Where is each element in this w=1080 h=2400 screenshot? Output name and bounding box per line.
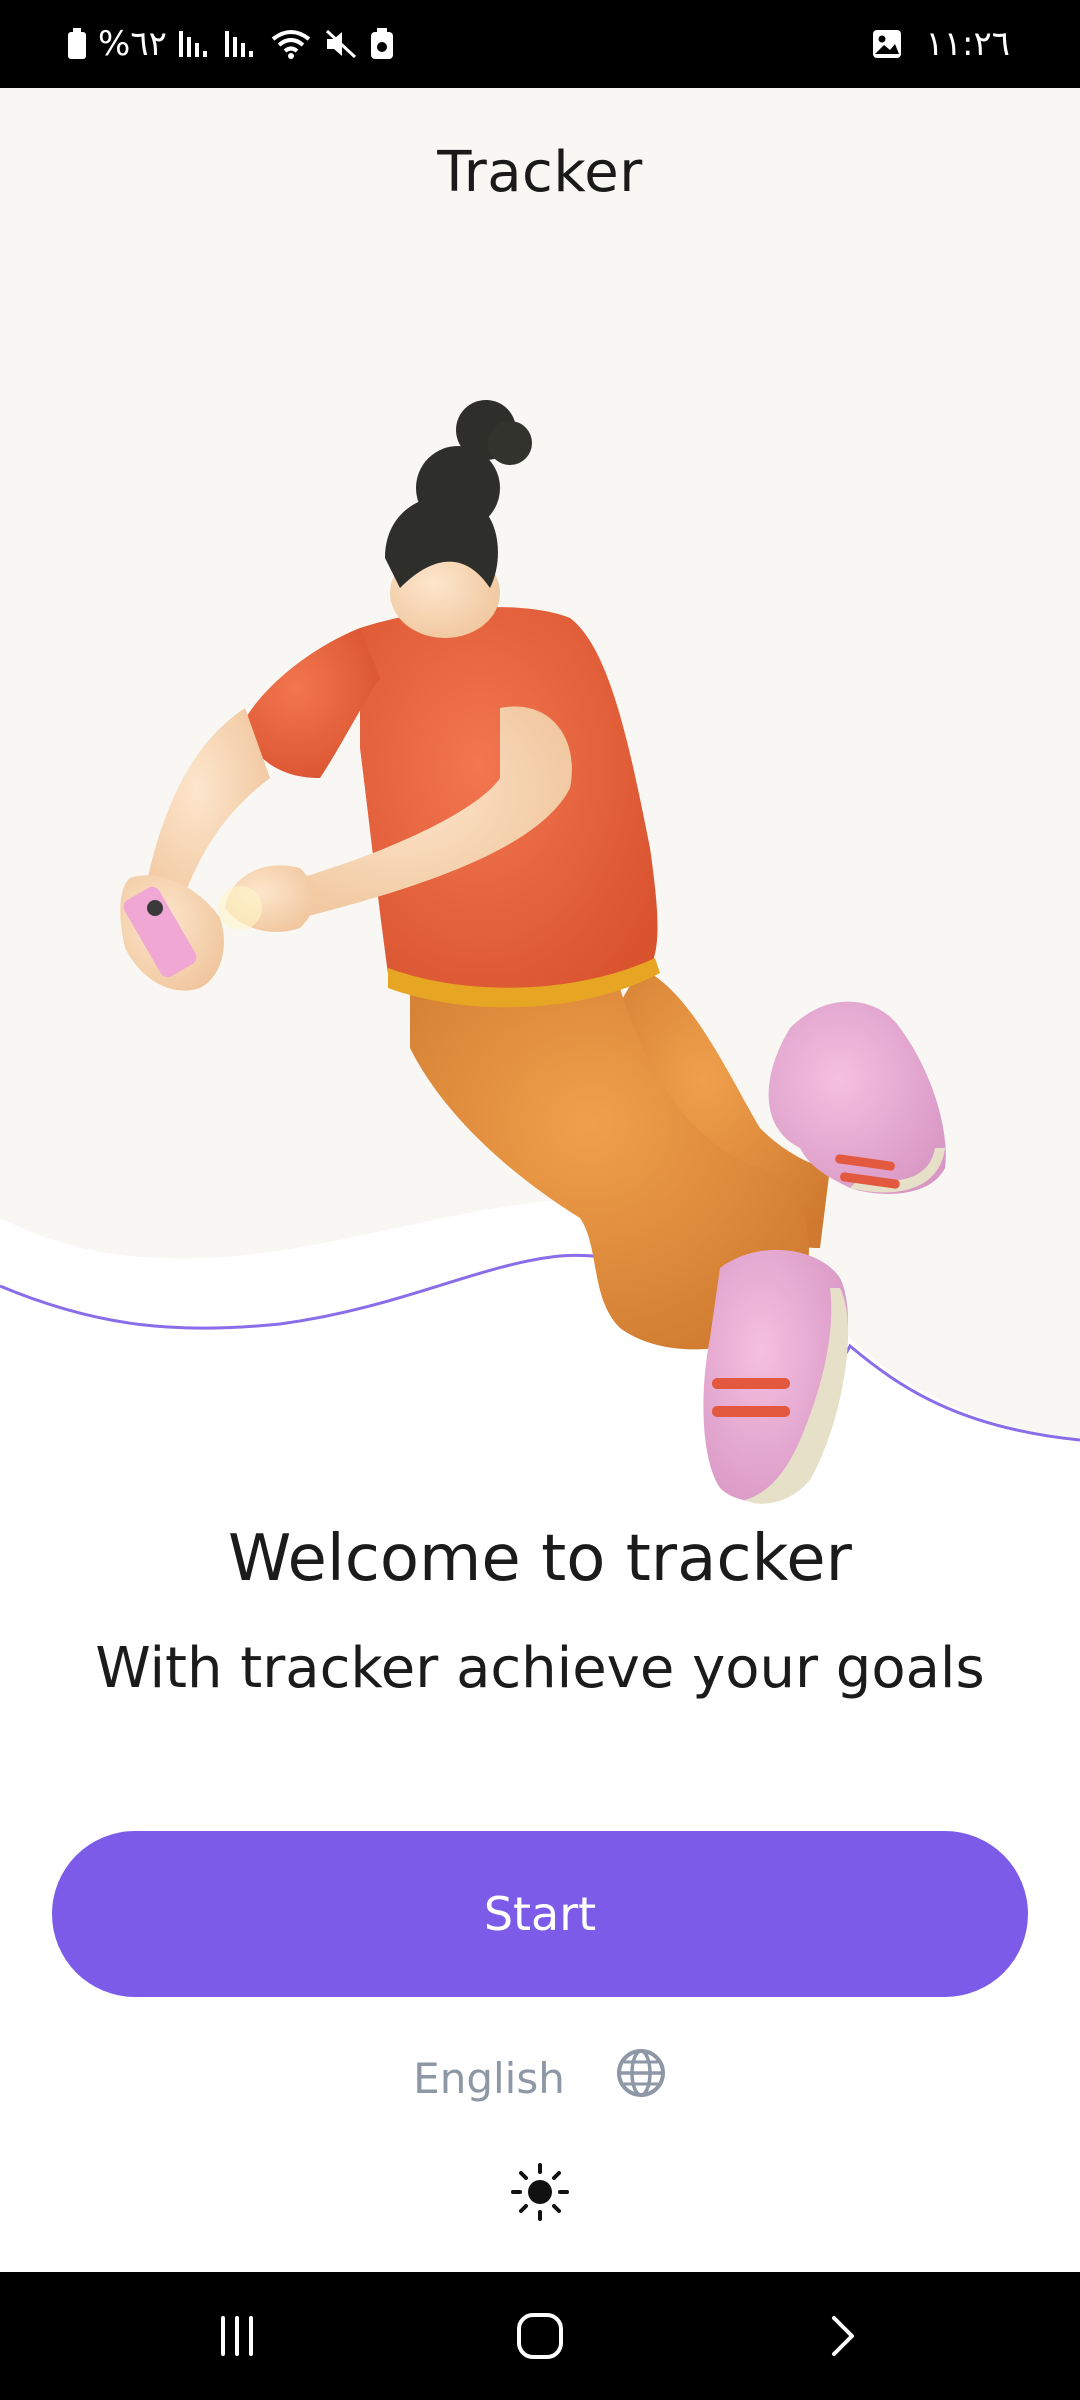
start-button-label: Start: [483, 1887, 597, 1941]
hero-svg: [0, 88, 1080, 1504]
hero-illustration: [0, 88, 1080, 1528]
language-label[interactable]: English: [413, 2054, 565, 2103]
language-selector[interactable]: English: [0, 2046, 1080, 2110]
save-icon: [369, 27, 395, 61]
welcome-heading: Welcome to tracker: [228, 1522, 852, 1596]
clock: ١١:٢٦: [925, 24, 1010, 64]
signal-icon: [177, 27, 213, 61]
start-button[interactable]: Start: [52, 1831, 1028, 1997]
status-left: %٦٢: [66, 22, 395, 66]
theme-toggle[interactable]: [506, 2160, 574, 2228]
status-bar: %٦٢ ١١:٢٦: [0, 0, 1080, 88]
battery-percentage: %٦٢: [98, 24, 167, 64]
sun-icon[interactable]: [510, 2162, 570, 2226]
navigation-bar: [0, 2272, 1080, 2400]
battery-icon: [66, 27, 88, 61]
app-title: Tracker: [437, 140, 643, 205]
tagline: With tracker achieve your goals: [95, 1636, 985, 1701]
globe-icon[interactable]: [615, 2047, 667, 2109]
home-icon[interactable]: [495, 2302, 585, 2370]
recent-apps-icon[interactable]: [192, 2302, 282, 2370]
back-icon[interactable]: [797, 2302, 887, 2370]
status-right: ١١:٢٦: [871, 22, 1010, 66]
mute-icon: [323, 27, 359, 61]
signal-icon: [223, 27, 259, 61]
wifi-icon: [269, 27, 313, 61]
gallery-icon: [871, 28, 903, 60]
